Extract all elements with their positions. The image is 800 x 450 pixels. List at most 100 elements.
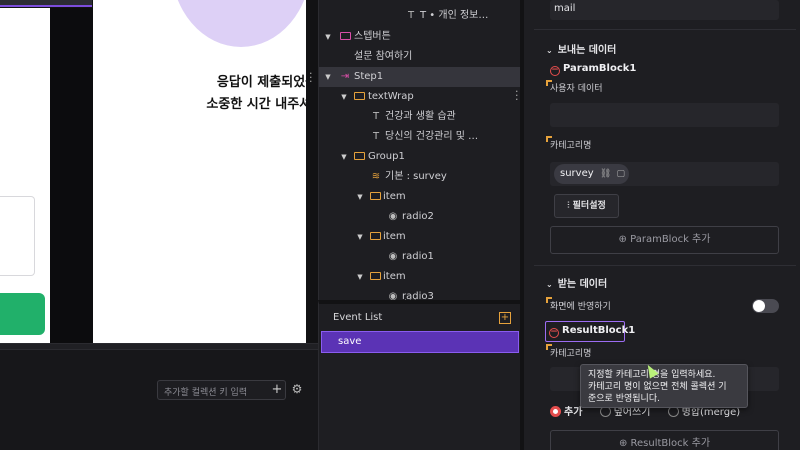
folder-icon: [369, 267, 381, 287]
unlink-icon[interactable]: ⛓: [600, 169, 611, 179]
copy-icon[interactable]: ▢: [616, 169, 625, 179]
radio-label: 추가: [564, 407, 583, 418]
divider: [534, 265, 796, 266]
tree-item-label: item: [383, 231, 406, 242]
tree-item-label: radio1: [402, 251, 434, 262]
panel-resize-handle[interactable]: · · ·: [515, 86, 519, 105]
tree-item-label: 당신의 건강관리 및 …: [385, 131, 479, 142]
send-data-section[interactable]: ⌄ 보내는 데이터: [546, 41, 616, 56]
category-chip[interactable]: survey ⛓ ▢: [554, 164, 629, 184]
radio-option-merge[interactable]: 병합(merge): [667, 406, 741, 418]
event-list-panel: Event List + save: [318, 300, 520, 450]
plus-circle-icon: ⊕: [618, 234, 627, 245]
radio-label: 병합(merge): [681, 407, 741, 418]
collection-key-bar: [0, 350, 318, 450]
radio-icon: ◉: [388, 251, 398, 262]
caret-down-icon[interactable]: ▼: [339, 87, 349, 107]
tree-item-step-button[interactable]: ▼ 스텝버튼: [319, 27, 520, 47]
canvas-tab-indicator: [0, 0, 92, 7]
radio-label: 덮어쓰기: [613, 407, 651, 418]
radio-option-add[interactable]: 추가: [550, 406, 583, 418]
tree-item-item[interactable]: ▼ item: [319, 267, 520, 287]
tree-item-item[interactable]: ▼ item: [319, 187, 520, 207]
user-data-field[interactable]: [550, 103, 779, 127]
category-tooltip: 지정할 카테고리 명을 입력하세요. 카테고리 명이 없으면 전체 콜렉션 기 …: [580, 364, 748, 408]
tree-item-step1[interactable]: ▼ ⇥ Step1: [319, 67, 520, 87]
radio-icon: ◉: [388, 291, 398, 300]
canvas-gap: [50, 8, 93, 343]
result-block[interactable]: − ResultBlock1: [545, 321, 635, 342]
preview-screen-left: [0, 8, 50, 343]
canvas-resize-handle[interactable]: · · ·: [306, 0, 318, 343]
text-icon: T: [372, 111, 380, 122]
preview-green-button[interactable]: [0, 293, 45, 335]
result-block-label: ResultBlock1: [562, 325, 636, 336]
tree-item-label: radio2: [402, 211, 434, 222]
collection-key-input[interactable]: 추가할 컬렉션 키 입력: [157, 380, 286, 400]
step-icon: ⇥: [340, 71, 350, 82]
tree-item-radio1[interactable]: ◉ radio1: [319, 247, 520, 267]
tree-item-label: item: [383, 191, 406, 202]
tree-item-text2[interactable]: T 당신의 건강관리 및 …: [319, 127, 520, 147]
chevron-down-icon: ⌄: [546, 46, 553, 55]
folder-icon: [369, 187, 381, 207]
completion-message-line2: 소중한 시간 내주셔서 감: [206, 97, 306, 112]
tree-item-survey-join[interactable]: 설문 참여하기: [319, 47, 520, 67]
caret-down-icon[interactable]: ▼: [355, 267, 365, 287]
canvas-area: 응답이 제출되었습니 소중한 시간 내주셔서 감 ··· 추가할 컬렉션 키 입…: [0, 0, 318, 450]
caret-down-icon[interactable]: ▼: [355, 187, 365, 207]
folder-icon: [353, 87, 365, 107]
send-data-title: 보내는 데이터: [557, 45, 617, 56]
tree-item-item[interactable]: ▼ item: [319, 227, 520, 247]
tree-item-label: T • 개인 정보…: [420, 10, 489, 21]
layer-tree: T T • 개인 정보… ▼ 스텝버튼 설문 참여하기 ▼ ⇥ Step1 ▼ …: [318, 0, 520, 300]
mail-field[interactable]: mail: [550, 0, 779, 20]
add-result-block-button[interactable]: ⊕ ResultBlock 추가: [550, 430, 779, 450]
caret-down-icon[interactable]: ▼: [339, 147, 349, 167]
tree-item-radio2[interactable]: ◉ radio2: [319, 207, 520, 227]
tree-item-group1[interactable]: ▼ Group1: [319, 147, 520, 167]
param-block[interactable]: − ParamBlock1: [550, 63, 636, 76]
folder-icon: [369, 227, 381, 247]
event-item-save[interactable]: save: [321, 331, 519, 353]
text-icon: T: [407, 10, 415, 21]
remove-circle-icon[interactable]: −: [549, 328, 559, 338]
completion-message: 응답이 제출되었습니 소중한 시간 내주셔서 감: [143, 72, 306, 116]
caret-down-icon[interactable]: ▼: [355, 227, 365, 247]
toggle-knob: [753, 300, 765, 312]
preview-textarea[interactable]: [0, 196, 35, 276]
tree-item-label: 기본 : survey: [385, 171, 447, 182]
tree-item-label: 설문 참여하기: [354, 51, 413, 62]
caret-down-icon[interactable]: ▼: [323, 67, 333, 87]
tree-item-label: textWrap: [368, 91, 414, 102]
tree-item-text1[interactable]: T 건강과 생활 습관: [319, 107, 520, 127]
category-label: 카테고리명: [550, 141, 592, 151]
filter-settings-label: 필터설정: [572, 201, 606, 211]
tree-item-label: 스텝버튼: [354, 31, 391, 42]
add-result-label: ResultBlock 추가: [630, 438, 711, 449]
tooltip-line: 준으로 반영됩니다.: [588, 394, 660, 404]
tree-item-radio3[interactable]: ◉ radio3: [319, 287, 520, 300]
tree-item-label: item: [383, 271, 406, 282]
add-param-block-button[interactable]: ⊕ ParamBlock 추가: [550, 226, 779, 254]
category-label-2: 카테고리명: [550, 349, 592, 359]
tree-item[interactable]: T T • 개인 정보…: [319, 6, 520, 26]
folder-icon: [353, 147, 365, 167]
radio-option-overwrite[interactable]: 덮어쓰기: [599, 406, 651, 418]
canvas-horizontal-divider[interactable]: [0, 343, 318, 350]
drag-handle-icon[interactable]: · · ·: [309, 68, 313, 87]
reflect-label: 화면에 반영하기: [550, 302, 611, 312]
filter-settings-button[interactable]: ⫶ 필터설정: [554, 194, 619, 218]
remove-circle-icon[interactable]: −: [550, 66, 560, 76]
add-event-button[interactable]: +: [499, 312, 511, 324]
add-key-button[interactable]: +: [270, 380, 284, 400]
tree-item-label: Step1: [354, 71, 384, 82]
receive-data-section[interactable]: ⌄ 받는 데이터: [546, 275, 607, 290]
tree-item-datasource[interactable]: ≋ 기본 : survey: [319, 167, 520, 187]
reflect-toggle[interactable]: [752, 299, 779, 313]
gear-icon[interactable]: ⚙: [290, 381, 304, 397]
tree-item-textwrap[interactable]: ▼ textWrap: [319, 87, 520, 107]
caret-down-icon[interactable]: ▼: [323, 27, 333, 47]
user-data-label: 사용자 데이터: [550, 84, 603, 94]
preview-screen-main: 응답이 제출되었습니 소중한 시간 내주셔서 감: [93, 0, 306, 343]
